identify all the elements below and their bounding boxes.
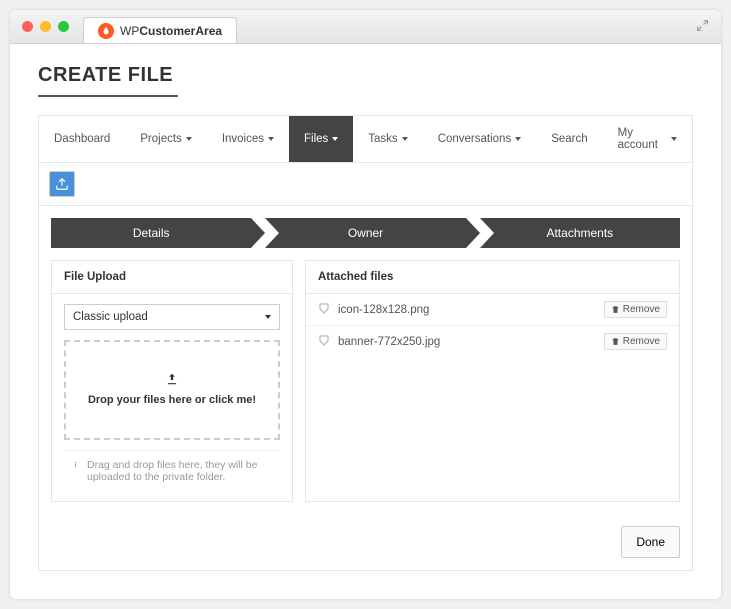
nav-item-label: Dashboard bbox=[54, 133, 110, 145]
file-icon bbox=[318, 334, 330, 349]
upload-icon bbox=[165, 372, 179, 389]
done-button[interactable]: Done bbox=[621, 526, 680, 558]
page-content: CREATE FILE Dashboard Projects Invoices Fil… bbox=[10, 44, 721, 599]
window-controls bbox=[22, 21, 69, 32]
logo-icon bbox=[98, 23, 114, 39]
trash-icon bbox=[611, 305, 620, 314]
file-name: banner-772x250.jpg bbox=[338, 336, 604, 348]
file-upload-panel: File Upload Classic upload Drop your fil… bbox=[51, 260, 293, 502]
nav-item-label: My account bbox=[618, 127, 667, 151]
hint-text: Drag and drop files here, they will be u… bbox=[87, 459, 274, 483]
expand-icon[interactable] bbox=[696, 19, 709, 35]
close-window-icon[interactable] bbox=[22, 21, 33, 32]
chevron-down-icon bbox=[265, 315, 271, 319]
attached-files-heading: Attached files bbox=[306, 261, 679, 294]
dropzone[interactable]: Drop your files here or click me! bbox=[64, 340, 280, 440]
minimize-window-icon[interactable] bbox=[40, 21, 51, 32]
main-panel: Dashboard Projects Invoices Files Tasks Conve… bbox=[38, 115, 693, 571]
chevron-down-icon bbox=[402, 137, 408, 141]
nav-item-label: Invoices bbox=[222, 133, 264, 145]
footer: Done bbox=[39, 514, 692, 570]
maximize-window-icon[interactable] bbox=[58, 21, 69, 32]
step-owner[interactable]: Owner bbox=[265, 218, 465, 248]
nav-item-search[interactable]: Search bbox=[536, 116, 602, 162]
upload-hint: Drag and drop files here, they will be u… bbox=[64, 450, 280, 491]
chevron-down-icon bbox=[515, 137, 521, 141]
nav-item-my-account[interactable]: My account bbox=[603, 116, 692, 162]
file-upload-heading: File Upload bbox=[52, 261, 292, 294]
info-icon bbox=[70, 459, 81, 483]
chevron-down-icon bbox=[332, 137, 338, 141]
chevron-down-icon bbox=[186, 137, 192, 141]
brand-label: WPCustomerArea bbox=[120, 24, 222, 38]
file-icon bbox=[318, 302, 330, 317]
browser-tab[interactable]: WPCustomerArea bbox=[83, 17, 237, 43]
nav-item-projects[interactable]: Projects bbox=[125, 116, 207, 162]
chevron-down-icon bbox=[268, 137, 274, 141]
select-value: Classic upload bbox=[73, 311, 148, 323]
file-list: icon-128x128.pngRemovebanner-772x250.jpg… bbox=[306, 294, 679, 357]
file-row: icon-128x128.png Remove bbox=[306, 294, 679, 326]
wizard-steps: Details Owner Attachments bbox=[39, 206, 692, 248]
chevron-down-icon bbox=[671, 137, 677, 141]
dropzone-text: Drop your files here or click me! bbox=[88, 393, 256, 407]
step-details[interactable]: Details bbox=[51, 218, 251, 248]
nav-item-label: Tasks bbox=[368, 133, 397, 145]
nav-item-label: Projects bbox=[140, 133, 182, 145]
remove-label: Remove bbox=[623, 336, 660, 347]
remove-label: Remove bbox=[623, 304, 660, 315]
step-attachments[interactable]: Attachments bbox=[480, 218, 680, 248]
nav-item-label: Conversations bbox=[438, 133, 512, 145]
trash-icon bbox=[611, 337, 620, 346]
app-window: WPCustomerArea CREATE FILE Dashboard Proj… bbox=[10, 10, 721, 599]
page-title: CREATE FILE bbox=[38, 64, 178, 97]
remove-file-button[interactable]: Remove bbox=[604, 333, 667, 350]
titlebar: WPCustomerArea bbox=[10, 10, 721, 44]
upload-method-select[interactable]: Classic upload bbox=[64, 304, 280, 330]
panel-body: File Upload Classic upload Drop your fil… bbox=[39, 248, 692, 514]
nav-item-conversations[interactable]: Conversations bbox=[423, 116, 537, 162]
file-name: icon-128x128.png bbox=[338, 304, 604, 316]
nav-item-label: Search bbox=[551, 133, 587, 145]
nav-item-invoices[interactable]: Invoices bbox=[207, 116, 289, 162]
nav-tabs: Dashboard Projects Invoices Files Tasks Conve… bbox=[39, 116, 692, 163]
nav-item-label: Files bbox=[304, 133, 328, 145]
nav-item-dashboard[interactable]: Dashboard bbox=[39, 116, 125, 162]
attached-files-panel: Attached files icon-128x128.pngRemoveban… bbox=[305, 260, 680, 502]
tool-button[interactable] bbox=[49, 171, 75, 197]
remove-file-button[interactable]: Remove bbox=[604, 301, 667, 318]
nav-item-tasks[interactable]: Tasks bbox=[353, 116, 422, 162]
nav-item-files[interactable]: Files bbox=[289, 116, 353, 162]
file-row: banner-772x250.jpg Remove bbox=[306, 326, 679, 357]
toolbar-row bbox=[39, 163, 692, 206]
